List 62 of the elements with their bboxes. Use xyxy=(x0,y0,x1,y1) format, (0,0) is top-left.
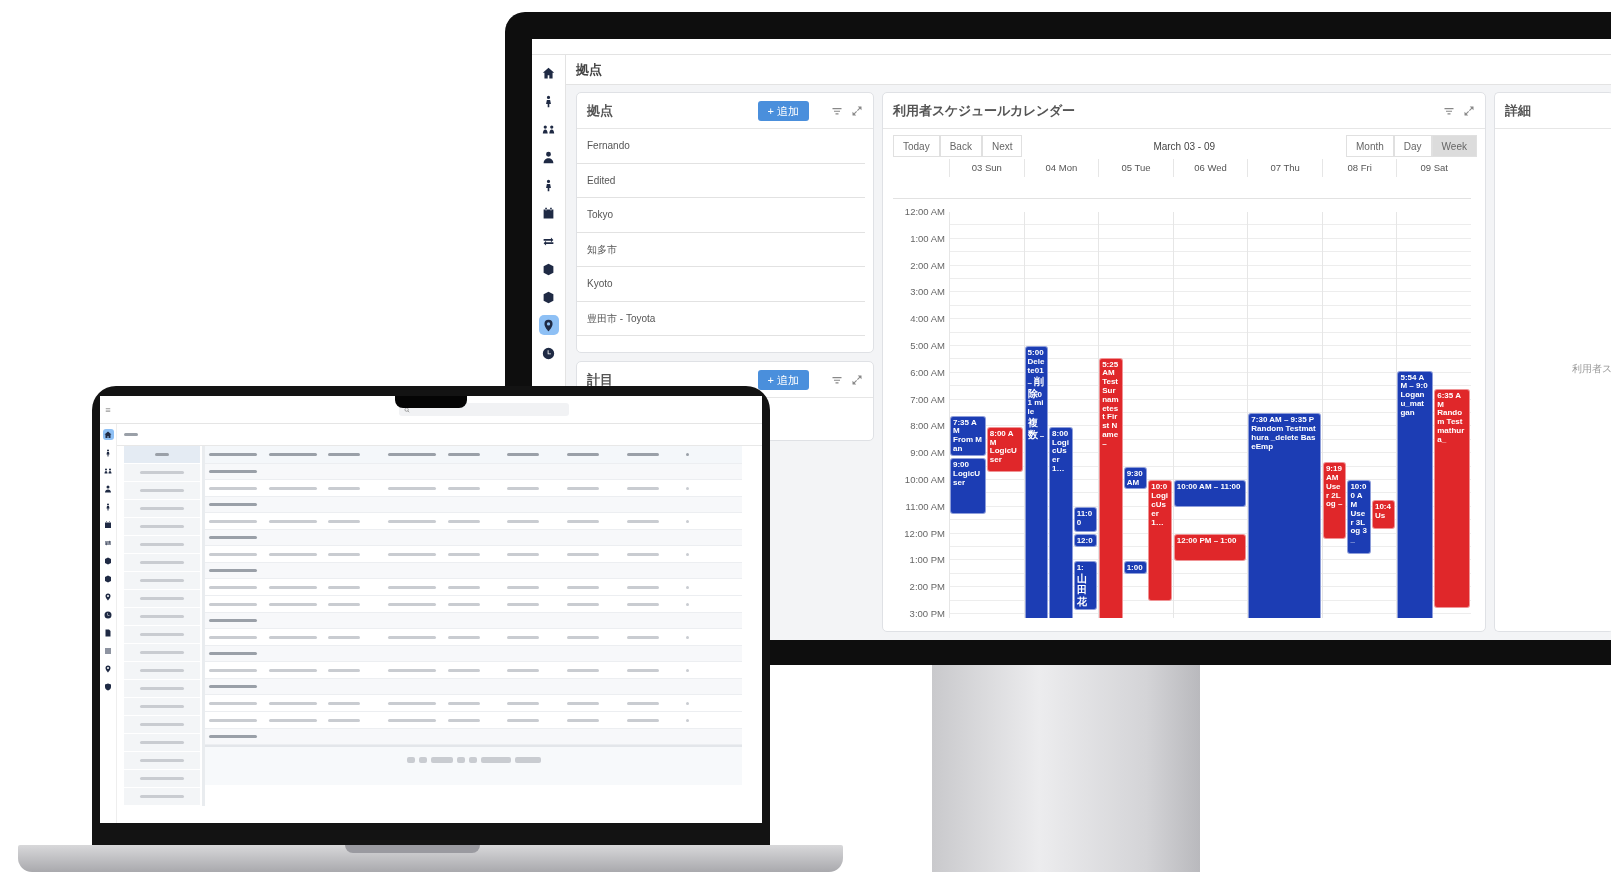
time-label: 4:00 AM xyxy=(909,312,946,327)
time-label: 12:00 AM xyxy=(903,205,946,219)
calendar-event[interactable]: 9:30 AM xyxy=(1123,467,1148,490)
time-label: 3:00 AM xyxy=(909,285,946,300)
view-tab[interactable]: Month xyxy=(1346,135,1394,157)
calendar-event[interactable]: 12:00 PM – 1:00 xyxy=(1173,534,1247,561)
day-header: 05 Tue xyxy=(1098,159,1173,177)
toolbar-button[interactable]: Today xyxy=(893,135,940,157)
time-label: 2:00 AM xyxy=(909,258,946,273)
calendar-event[interactable]: 10:0 LogicUser 1… xyxy=(1148,480,1172,601)
calendar-event[interactable]: 5:25 AM Test Surnametest First Name – xyxy=(1099,357,1123,619)
calendar-event[interactable]: 8:00 AM LogicUser xyxy=(986,426,1023,472)
time-label: 7:00 AM xyxy=(909,392,946,407)
time-label: 2:00 PM xyxy=(908,580,946,595)
view-tab[interactable]: Day xyxy=(1393,135,1432,157)
calendar-event[interactable]: 6:35 AM Random Test mathura_ xyxy=(1434,388,1471,608)
calendar-event[interactable]: 1: 山田花 xyxy=(1073,560,1098,610)
calendar-event[interactable]: 1:00 xyxy=(1123,560,1148,575)
day-header: 09 Sat xyxy=(1396,159,1472,177)
page-title: 拠点 xyxy=(566,55,1611,85)
toolbar-button[interactable]: Back xyxy=(939,135,982,157)
panel-title: 詳細 xyxy=(1505,101,1531,120)
location-item[interactable]: Fernando xyxy=(577,129,865,164)
time-label: 10:00 AM xyxy=(903,472,946,487)
calendar-event[interactable]: 8:00 LogicUser 1… xyxy=(1049,426,1073,619)
panel-title: 利用者スケジュールカレンダー xyxy=(893,101,1075,120)
calendar-event[interactable]: 5:00 Delete01 – 削除01 mile 複数 – xyxy=(1024,346,1049,619)
day-header: 03 Sun xyxy=(949,159,1024,177)
panel-title: 計目 xyxy=(587,370,613,389)
calendar-event[interactable]: 12:0 xyxy=(1073,534,1098,548)
calendar-event[interactable]: 7:35 AM From Man xyxy=(950,415,986,457)
time-label: 8:00 AM xyxy=(909,419,946,434)
toolbar-button[interactable]: Next xyxy=(981,135,1023,157)
day-header: 04 Mon xyxy=(1023,159,1099,177)
time-label: 6:00 AM xyxy=(909,365,946,380)
panel-title: 拠点 xyxy=(587,101,613,120)
location-item[interactable]: Kyoto xyxy=(577,267,865,302)
view-tab[interactable]: Week xyxy=(1431,135,1477,157)
time-label: 12:00 PM xyxy=(903,526,946,541)
location-item[interactable]: Tokyo xyxy=(577,198,865,233)
calendar-event[interactable]: 10:4 Us xyxy=(1371,500,1396,530)
calendar-event[interactable]: 10:00 AM – 11:00 xyxy=(1173,480,1247,508)
calendar-event[interactable]: 7:30 AM – 9:35 P Random Testmathura _delete BaseEmp xyxy=(1248,413,1321,619)
detail-hint: 利用者ス xyxy=(1571,362,1611,376)
location-item[interactable]: 知多市 xyxy=(577,232,865,267)
time-label: 9:00 AM xyxy=(909,446,946,461)
time-label: 1:00 AM xyxy=(909,231,946,246)
time-label: 11:00 AM xyxy=(904,499,946,514)
day-header: 06 Wed xyxy=(1172,159,1248,177)
time-label: 3:00 PM xyxy=(908,606,946,619)
date-range: March 03 - 09 xyxy=(1152,139,1217,154)
time-label: 1:00 PM xyxy=(908,553,946,568)
day-header: 08 Fri xyxy=(1321,159,1397,177)
location-item[interactable]: 豊田市 - Toyota xyxy=(577,301,865,336)
calendar-event[interactable]: 5:54 AM – 9:0 Logan u_mat gan xyxy=(1397,370,1434,619)
calendar-event[interactable]: 9:00 LogicUser xyxy=(950,458,986,514)
calendar-event[interactable]: 11:00 xyxy=(1073,507,1098,532)
location-item[interactable]: Edited xyxy=(577,163,865,198)
time-label: 5:00 AM xyxy=(909,339,946,353)
day-header: 07 Thu xyxy=(1247,159,1322,177)
calendar-event[interactable]: 10:00 AM User 3Log 3_ xyxy=(1347,480,1371,555)
calendar-event[interactable]: 9:19 AM User 2Log – xyxy=(1322,462,1347,539)
